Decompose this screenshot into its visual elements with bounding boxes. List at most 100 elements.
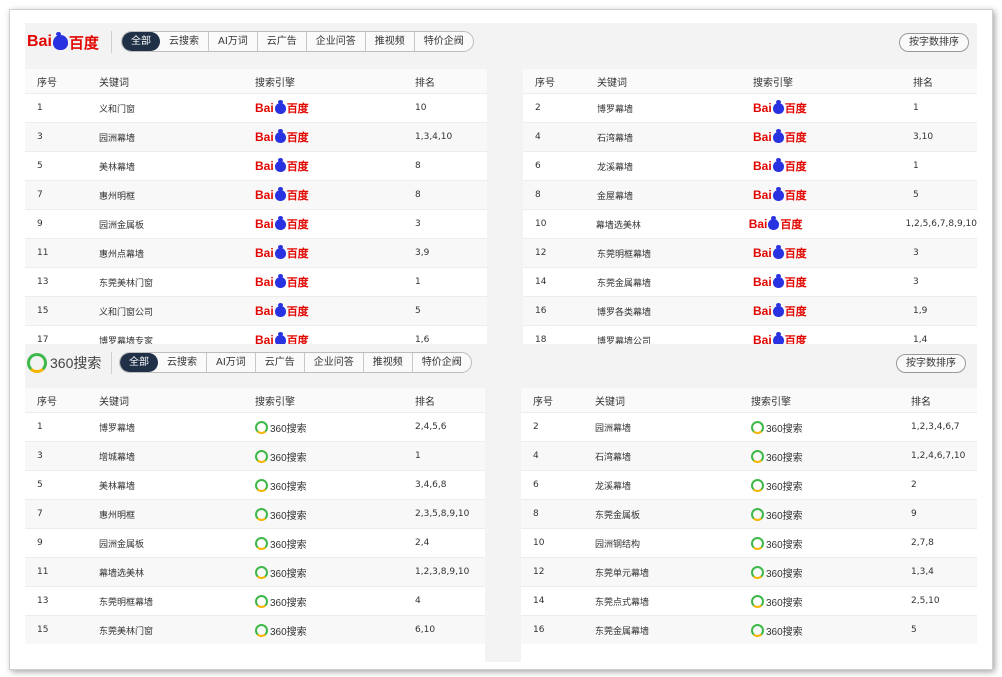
s360-ring-icon — [255, 420, 268, 434]
row-number: 12 — [533, 567, 545, 577]
row-keyword: 东莞点式幕墙 — [595, 597, 650, 608]
baidu-tabs: 全部 云搜索 AI万词 云广告 企业问答 推视频 特价企阀 — [121, 31, 474, 52]
tab-special[interactable]: 特价企阀 — [415, 32, 473, 51]
table-row: 9 园洲金属板 Bai 百度 3 — [25, 209, 487, 238]
tab-ai-words[interactable]: AI万词 — [207, 353, 256, 372]
row-engine: 360搜索 — [245, 623, 403, 638]
s360-logo-icon: 360搜索 — [255, 478, 307, 493]
s360-ring-icon — [751, 594, 764, 608]
tab-all[interactable]: 全部 — [122, 32, 160, 51]
row-keyword: 东莞单元幕墙 — [595, 568, 650, 579]
row-keyword: 博罗各类幕墙 — [597, 307, 652, 318]
row-engine: 360搜索 — [741, 478, 899, 493]
tab-all[interactable]: 全部 — [120, 353, 158, 372]
baidu-paw-icon — [772, 99, 784, 114]
s360-engine-label: 360搜索 — [270, 423, 307, 435]
row-number: 12 — [535, 248, 547, 258]
tab-video[interactable]: 推视频 — [364, 353, 413, 372]
row-keyword: 东莞美林门窗 — [99, 626, 154, 637]
tab-special[interactable]: 特价企阀 — [413, 353, 471, 372]
tab-enterprise-qa[interactable]: 企业问答 — [307, 32, 366, 51]
tab-cloud-search[interactable]: 云搜索 — [160, 32, 209, 51]
sort-by-length-button[interactable]: 按字数排序 — [896, 354, 966, 373]
row-number: 1 — [37, 103, 43, 113]
table-row: 7 惠州明框 Bai 百度 8 — [25, 180, 487, 209]
tab-cloud-ads[interactable]: 云广告 — [258, 32, 307, 51]
row-keyword: 金屋幕墙 — [597, 191, 634, 202]
baidu-logo-icon: Bai 百度 — [255, 331, 309, 344]
row-rank: 1,3,4 — [911, 567, 934, 577]
baidu-paw-icon — [274, 302, 286, 317]
s360-ring-icon — [255, 594, 268, 608]
baidu-paw-icon — [772, 128, 784, 143]
s360-ring-icon — [751, 536, 764, 550]
s360-ring-icon — [255, 478, 268, 492]
s360-engine-label: 360搜索 — [766, 626, 803, 638]
header-keyword: 关键词 — [597, 77, 627, 89]
baidu-logo-text-2: 百度 — [784, 103, 807, 115]
s360-ring-icon — [751, 565, 764, 579]
row-keyword: 惠州点幕墙 — [99, 249, 145, 260]
s360-engine-label: 360搜索 — [270, 481, 307, 493]
row-number: 4 — [535, 132, 541, 142]
sort-by-length-button[interactable]: 按字数排序 — [899, 33, 969, 52]
tab-enterprise-qa[interactable]: 企业问答 — [305, 353, 364, 372]
tab-cloud-ads[interactable]: 云广告 — [256, 353, 305, 372]
row-engine: Bai 百度 — [245, 331, 403, 344]
table-row: 2 园洲幕墙 360搜索 1,2,3,4,6,7 — [521, 412, 977, 441]
row-rank: 3,9 — [415, 248, 430, 258]
row-keyword: 龙溪幕墙 — [597, 162, 634, 173]
row-keyword: 园洲幕墙 — [595, 423, 632, 434]
baidu-logo-text-2: 百度 — [68, 34, 99, 52]
table-row: 14 东莞金属幕墙 Bai 百度 3 — [523, 267, 977, 296]
table-row: 11 惠州点幕墙 Bai 百度 3,9 — [25, 238, 487, 267]
row-engine: Bai 百度 — [245, 273, 403, 290]
s360-table-left: 序号 关键词 搜索引擎 排名 1 博罗幕墙 360搜索 2,4,5,6 3 增城幕墙 360… — [25, 388, 485, 662]
row-number: 11 — [37, 248, 49, 258]
row-keyword: 东莞金属幕墙 — [595, 626, 650, 637]
baidu-paw-icon — [274, 186, 286, 201]
baidu-left-rows: 1 义和门窗 Bai 百度 10 3 园洲幕墙 Bai 百度 1,3,4,10 5 美林幕墙 Bai 百度… — [25, 93, 487, 344]
row-engine: 360搜索 — [245, 536, 403, 551]
row-engine: 360搜索 — [245, 565, 403, 580]
s360-engine-label: 360搜索 — [270, 452, 307, 464]
tab-cloud-search[interactable]: 云搜索 — [158, 353, 207, 372]
row-number: 9 — [37, 219, 43, 229]
row-keyword: 惠州明框 — [99, 510, 136, 521]
baidu-logo-text-2: 百度 — [784, 306, 807, 318]
row-engine: Bai 百度 — [245, 302, 403, 319]
table-row: 4 石湾幕墙 360搜索 1,2,4,6,7,10 — [521, 441, 977, 470]
tab-video[interactable]: 推视频 — [366, 32, 415, 51]
screenshot-frame: Bai 百度 全部 云搜索 AI万词 云广告 企业问答 推视频 特价企阀 按字数… — [9, 9, 993, 670]
row-engine: Bai 百度 — [245, 215, 403, 232]
baidu-paw-icon — [772, 244, 784, 259]
baidu-logo-icon: Bai 百度 — [255, 99, 309, 116]
baidu-section: Bai 百度 全部 云搜索 AI万词 云广告 企业问答 推视频 特价企阀 按字数… — [25, 23, 977, 344]
baidu-logo-text-2: 百度 — [286, 132, 309, 144]
row-keyword: 幕墙选美林 — [595, 220, 641, 231]
baidu-logo: Bai 百度 — [27, 30, 99, 54]
row-keyword: 石湾幕墙 — [597, 133, 634, 144]
row-engine: 360搜索 — [245, 478, 403, 493]
table-row: 1 博罗幕墙 360搜索 2,4,5,6 — [25, 412, 485, 441]
baidu-logo-text: Bai — [753, 188, 772, 202]
row-engine: Bai 百度 — [245, 244, 403, 261]
s360-engine-label: 360搜索 — [270, 568, 307, 580]
s360-left-rows: 1 博罗幕墙 360搜索 2,4,5,6 3 增城幕墙 360搜索 1 5 美林幕墙 360搜索 3,… — [25, 412, 485, 644]
baidu-logo-icon: Bai 百度 — [255, 157, 309, 174]
header-no: 序号 — [37, 396, 57, 408]
baidu-toolbar: Bai 百度 全部 云搜索 AI万词 云广告 企业问答 推视频 特价企阀 按字数… — [25, 23, 977, 69]
row-number: 6 — [535, 161, 541, 171]
baidu-logo-text: Bai — [753, 275, 772, 289]
baidu-logo-text: Bai — [753, 333, 772, 344]
s360-engine-label: 360搜索 — [766, 423, 803, 435]
tab-ai-words[interactable]: AI万词 — [209, 32, 258, 51]
table-row: 9 园洲金属板 360搜索 2,4 — [25, 528, 485, 557]
s360-section: 360搜索 全部 云搜索 AI万词 云广告 企业问答 推视频 特价企阀 按字数排… — [25, 344, 977, 662]
row-keyword: 惠州明框 — [99, 191, 136, 202]
baidu-logo-icon: Bai 百度 — [255, 302, 309, 319]
s360-engine-label: 360搜索 — [766, 510, 803, 522]
header-engine: 搜索引擎 — [255, 396, 295, 408]
baidu-paw-icon — [772, 186, 784, 201]
row-keyword: 博罗幕墙公司 — [597, 336, 652, 345]
